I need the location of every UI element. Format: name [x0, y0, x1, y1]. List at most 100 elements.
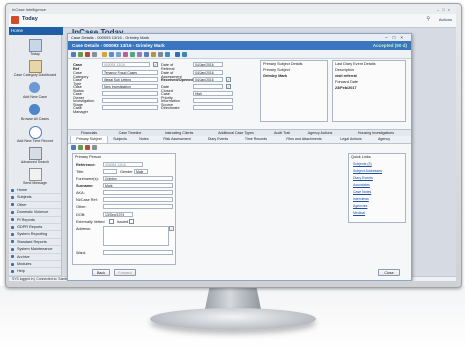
gender-select[interactable]: Male: [134, 169, 148, 174]
advanced-search-icon[interactable]: [29, 147, 42, 160]
shortcut-send-message[interactable]: Send Message: [9, 181, 61, 185]
aka-field[interactable]: [103, 190, 173, 195]
nav-item-help[interactable]: Help: [9, 268, 61, 276]
received-opened-field[interactable]: 04/Jan/2016: [193, 77, 223, 82]
shortcut-today[interactable]: Today: [9, 52, 61, 56]
nav-item-system-reporting[interactable]: System Reporting: [9, 231, 61, 239]
subject-print-icon[interactable]: [92, 145, 97, 150]
clock-icon[interactable]: [29, 126, 42, 139]
nav-item-pi-reports[interactable]: PI Reports: [9, 217, 61, 224]
quick-link-subjects[interactable]: Subjects (3): [353, 162, 372, 166]
ni-field[interactable]: [103, 197, 173, 202]
other-field[interactable]: [103, 204, 173, 209]
nav-item-gdpr-reports[interactable]: GDPR Reports: [9, 224, 61, 232]
case-priority-select[interactable]: High: [193, 91, 233, 96]
chart-icon[interactable]: [137, 51, 142, 57]
nav-item-other[interactable]: Other: [9, 202, 61, 210]
case-status-select[interactable]: New Investigation: [102, 84, 158, 89]
case-window-controls[interactable]: –□×: [385, 34, 408, 41]
tab-notes[interactable]: Notes: [134, 136, 154, 143]
quick-link-medical[interactable]: Medical: [353, 211, 365, 215]
investigation-stage-select[interactable]: [102, 98, 158, 103]
quick-link-diary-events[interactable]: Diary Events: [353, 176, 373, 180]
folder-icon[interactable]: [151, 51, 156, 57]
link-icon[interactable]: [130, 51, 135, 57]
lock-icon[interactable]: [158, 51, 163, 57]
date-closed-field[interactable]: [193, 84, 223, 89]
today-icon[interactable]: [29, 39, 42, 52]
window-controls[interactable]: –□×: [437, 6, 453, 14]
dashboard-icon[interactable]: [29, 60, 42, 73]
subject-delete-icon[interactable]: [85, 145, 90, 150]
forward-button[interactable]: Forward: [114, 269, 136, 276]
externally-vetted-checkbox[interactable]: [109, 219, 114, 224]
date-of-referral-field[interactable]: 04/Jan/2016: [193, 62, 223, 67]
ward-field[interactable]: [103, 250, 173, 255]
attach-icon[interactable]: [116, 51, 121, 57]
mail-icon[interactable]: [109, 51, 114, 57]
case-ref-field[interactable]: 000093 13/16: [102, 62, 150, 67]
shortcut-browse-all-cases[interactable]: Browse All Cases: [9, 117, 61, 121]
forenames-field[interactable]: Grimley: [103, 176, 173, 181]
issued-checkbox[interactable]: [129, 219, 134, 224]
case-manager-select[interactable]: [102, 105, 158, 110]
browse-cases-icon[interactable]: [29, 104, 40, 115]
address-dropdown-button[interactable]: [169, 226, 174, 231]
actions-menu[interactable]: Actions: [439, 17, 452, 22]
tab-files-attachments[interactable]: Files and Attachments: [276, 136, 332, 143]
nav-item-archive[interactable]: Archive: [9, 254, 61, 261]
tab-time-records[interactable]: Time Records: [238, 136, 274, 143]
nav-item-standard-reports[interactable]: Standard Reports: [9, 239, 61, 247]
quick-link-associates[interactable]: Associates: [353, 183, 370, 187]
close-button[interactable]: Close: [378, 269, 400, 276]
user-icon[interactable]: [144, 51, 149, 57]
refresh-icon[interactable]: [78, 51, 83, 57]
case-type-select[interactable]: Illegal Sub Letting: [102, 77, 158, 82]
nav-item-system-maintenance[interactable]: System Maintenance: [9, 246, 61, 254]
nav-item-modules[interactable]: Modules: [9, 261, 61, 269]
tab-diary-events[interactable]: Diary Events: [200, 136, 236, 143]
print-icon[interactable]: [92, 51, 97, 57]
tab-legal-actions[interactable]: Legal Actions: [334, 136, 368, 143]
export-icon[interactable]: [165, 51, 170, 57]
date-of-assessment-field[interactable]: 04/Jan/2016: [193, 70, 223, 75]
star-icon[interactable]: [182, 51, 187, 57]
quick-link-subject-addresses[interactable]: Subject Addresses: [353, 169, 382, 173]
back-button[interactable]: Back: [92, 269, 110, 276]
tab-agency[interactable]: Agency: [370, 136, 398, 143]
address-field[interactable]: [103, 226, 169, 246]
surname-field[interactable]: Mark: [103, 183, 173, 188]
shortcut-add-new-case[interactable]: Add New Case: [9, 95, 61, 99]
calendar-icon[interactable]: [123, 51, 128, 57]
save-icon[interactable]: [71, 51, 76, 57]
message-icon[interactable]: [29, 168, 42, 181]
case-ref-checkbox[interactable]: ✓: [153, 62, 158, 67]
information-source-select[interactable]: [193, 98, 233, 103]
tab-primary-subject[interactable]: Primary Subject: [70, 136, 108, 143]
shortcut-advanced-search[interactable]: Advanced Search: [9, 160, 61, 164]
nav-item-domestic-violence[interactable]: Domestic Violence: [9, 209, 61, 217]
dob-field[interactable]: 13/Sep/1974: [103, 212, 133, 217]
subject-add-icon[interactable]: [78, 145, 83, 150]
tab-risk-assessment[interactable]: Risk Assessment: [156, 136, 198, 143]
search-icon[interactable]: ⚲: [426, 16, 430, 22]
quick-link-agencies[interactable]: Agencies: [353, 204, 367, 208]
case-category-select[interactable]: Tenancy Fraud Cases: [102, 70, 158, 75]
received-opened-checkbox[interactable]: ✓: [226, 77, 231, 82]
case-owner-select[interactable]: [102, 91, 158, 96]
subject-save-icon[interactable]: [71, 145, 76, 150]
sync-icon[interactable]: [175, 51, 180, 57]
title-select[interactable]: [103, 169, 117, 174]
note-icon[interactable]: [102, 51, 107, 57]
nav-item-home[interactable]: Home: [9, 187, 61, 195]
nav-item-subjects[interactable]: Subjects: [9, 194, 61, 202]
quick-link-interviews[interactable]: Interviews: [353, 197, 369, 201]
shortcut-add-time-record[interactable]: Add New Time Record: [9, 139, 61, 143]
app-menu-icon[interactable]: [11, 16, 19, 24]
ribbon-today[interactable]: Today: [22, 16, 38, 22]
quick-link-case-notes[interactable]: Case Notes: [353, 190, 371, 194]
shortcut-case-category-dashboard[interactable]: Case Category Dashboard: [9, 73, 61, 77]
add-case-icon[interactable]: [29, 82, 40, 93]
tab-subjects[interactable]: Subjects: [108, 136, 132, 143]
delete-icon[interactable]: [85, 51, 90, 57]
